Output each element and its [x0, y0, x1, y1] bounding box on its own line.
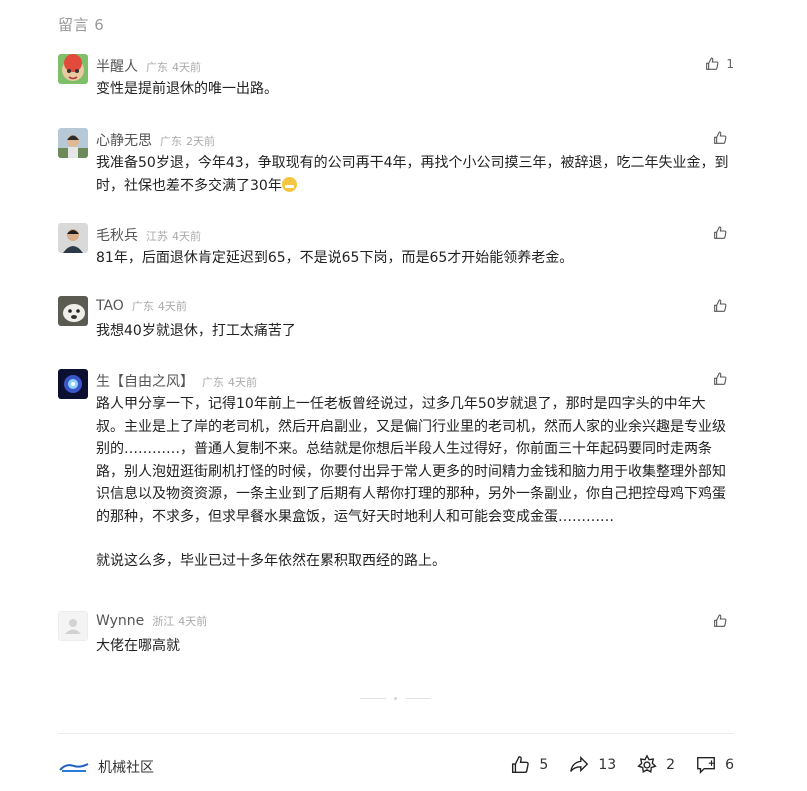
- like-count: 5: [539, 757, 549, 773]
- footer-divider: [58, 733, 734, 734]
- username[interactable]: 毛秋兵: [96, 225, 138, 245]
- timestamp: 4天前: [157, 300, 187, 313]
- comment-text-content: 我准备50岁退，今年43，争取现有的公司再干4年，再找个小公司摸三年，被辞退，吃…: [96, 155, 729, 194]
- comment-button[interactable]: 6: [695, 754, 734, 776]
- avatar[interactable]: [58, 128, 88, 158]
- share-button[interactable]: 13: [568, 754, 616, 776]
- username[interactable]: 半醒人: [96, 56, 138, 76]
- region: 广东: [131, 300, 154, 313]
- region: 浙江: [152, 615, 175, 628]
- comments-title: 留言 6: [58, 16, 105, 34]
- timestamp: 4天前: [178, 615, 208, 628]
- comment-text: 我准备50岁退，今年43，争取现有的公司再干4年，再找个小公司摸三年，被辞退，吃…: [96, 152, 731, 197]
- star-icon: [637, 754, 657, 773]
- like-button[interactable]: 1: [704, 56, 734, 72]
- timestamp: 4天前: [228, 376, 257, 389]
- grin-emoji-icon: [281, 176, 297, 192]
- like-count: 1: [726, 57, 734, 71]
- avatar[interactable]: [58, 54, 88, 84]
- avatar[interactable]: [58, 611, 88, 641]
- like-button[interactable]: [712, 298, 734, 314]
- like-button[interactable]: [712, 225, 734, 241]
- region: 广东: [146, 61, 168, 74]
- timestamp: 4天前: [172, 61, 201, 74]
- username[interactable]: 心静无思: [96, 130, 152, 150]
- avatar[interactable]: [58, 296, 88, 326]
- thumbs-up-icon: [706, 57, 719, 70]
- comment-text: 我想40岁就退休，打工太痛苦了: [96, 323, 296, 339]
- source-name[interactable]: 机械社区: [98, 757, 154, 777]
- like-button[interactable]: [712, 130, 734, 146]
- article-actions: 5 13 2 6: [509, 754, 734, 776]
- timestamp: 4天前: [172, 230, 201, 243]
- comment-text: 大佬在哪高就: [96, 638, 180, 654]
- thumbs-up-icon: [714, 372, 727, 385]
- comment-text: 变性是提前退休的唯一出路。: [96, 81, 278, 97]
- comment-text: 路人甲分享一下，记得10年前上一任老板曾经说过，过多几年50岁就退了，那时是四字…: [96, 396, 726, 525]
- username[interactable]: Wynne: [96, 613, 144, 629]
- like-button[interactable]: [712, 371, 734, 387]
- avatar[interactable]: [58, 223, 88, 253]
- like-button[interactable]: [712, 613, 734, 629]
- region: 江苏: [146, 230, 168, 243]
- source-logo-icon: [58, 760, 90, 774]
- timestamp: 2天前: [186, 135, 215, 148]
- favorite-button[interactable]: 2: [636, 754, 675, 776]
- thumbs-up-icon: [714, 131, 727, 144]
- region: 广东: [202, 376, 224, 389]
- share-icon: [570, 756, 589, 773]
- source-account[interactable]: 机械社区: [58, 757, 154, 777]
- thumbs-up-icon: [512, 756, 530, 774]
- divider-dot: [394, 697, 397, 700]
- comment-count: 6: [725, 757, 734, 773]
- favorite-count: 2: [666, 757, 676, 773]
- comment-icon: [697, 756, 716, 774]
- thumbs-up-icon: [714, 226, 727, 239]
- username[interactable]: TAO: [96, 298, 124, 314]
- like-article-button[interactable]: 5: [509, 754, 548, 776]
- comment-text: 就说这么多，毕业已过十多年依然在累积取西经的路上。: [96, 553, 446, 569]
- thumbs-up-icon: [714, 299, 727, 312]
- divider-line: [360, 698, 386, 699]
- avatar[interactable]: [58, 369, 88, 399]
- thumbs-up-icon: [714, 614, 727, 627]
- divider-line: [405, 698, 431, 699]
- comment-text: 81年，后面退休肯定延迟到65，不是说65下岗，而是65才开始能领养老金。: [96, 250, 574, 266]
- username[interactable]: 生【自由之风】: [96, 371, 194, 391]
- share-count: 13: [598, 757, 617, 773]
- list-end-divider: [360, 697, 431, 700]
- region: 广东: [160, 135, 182, 148]
